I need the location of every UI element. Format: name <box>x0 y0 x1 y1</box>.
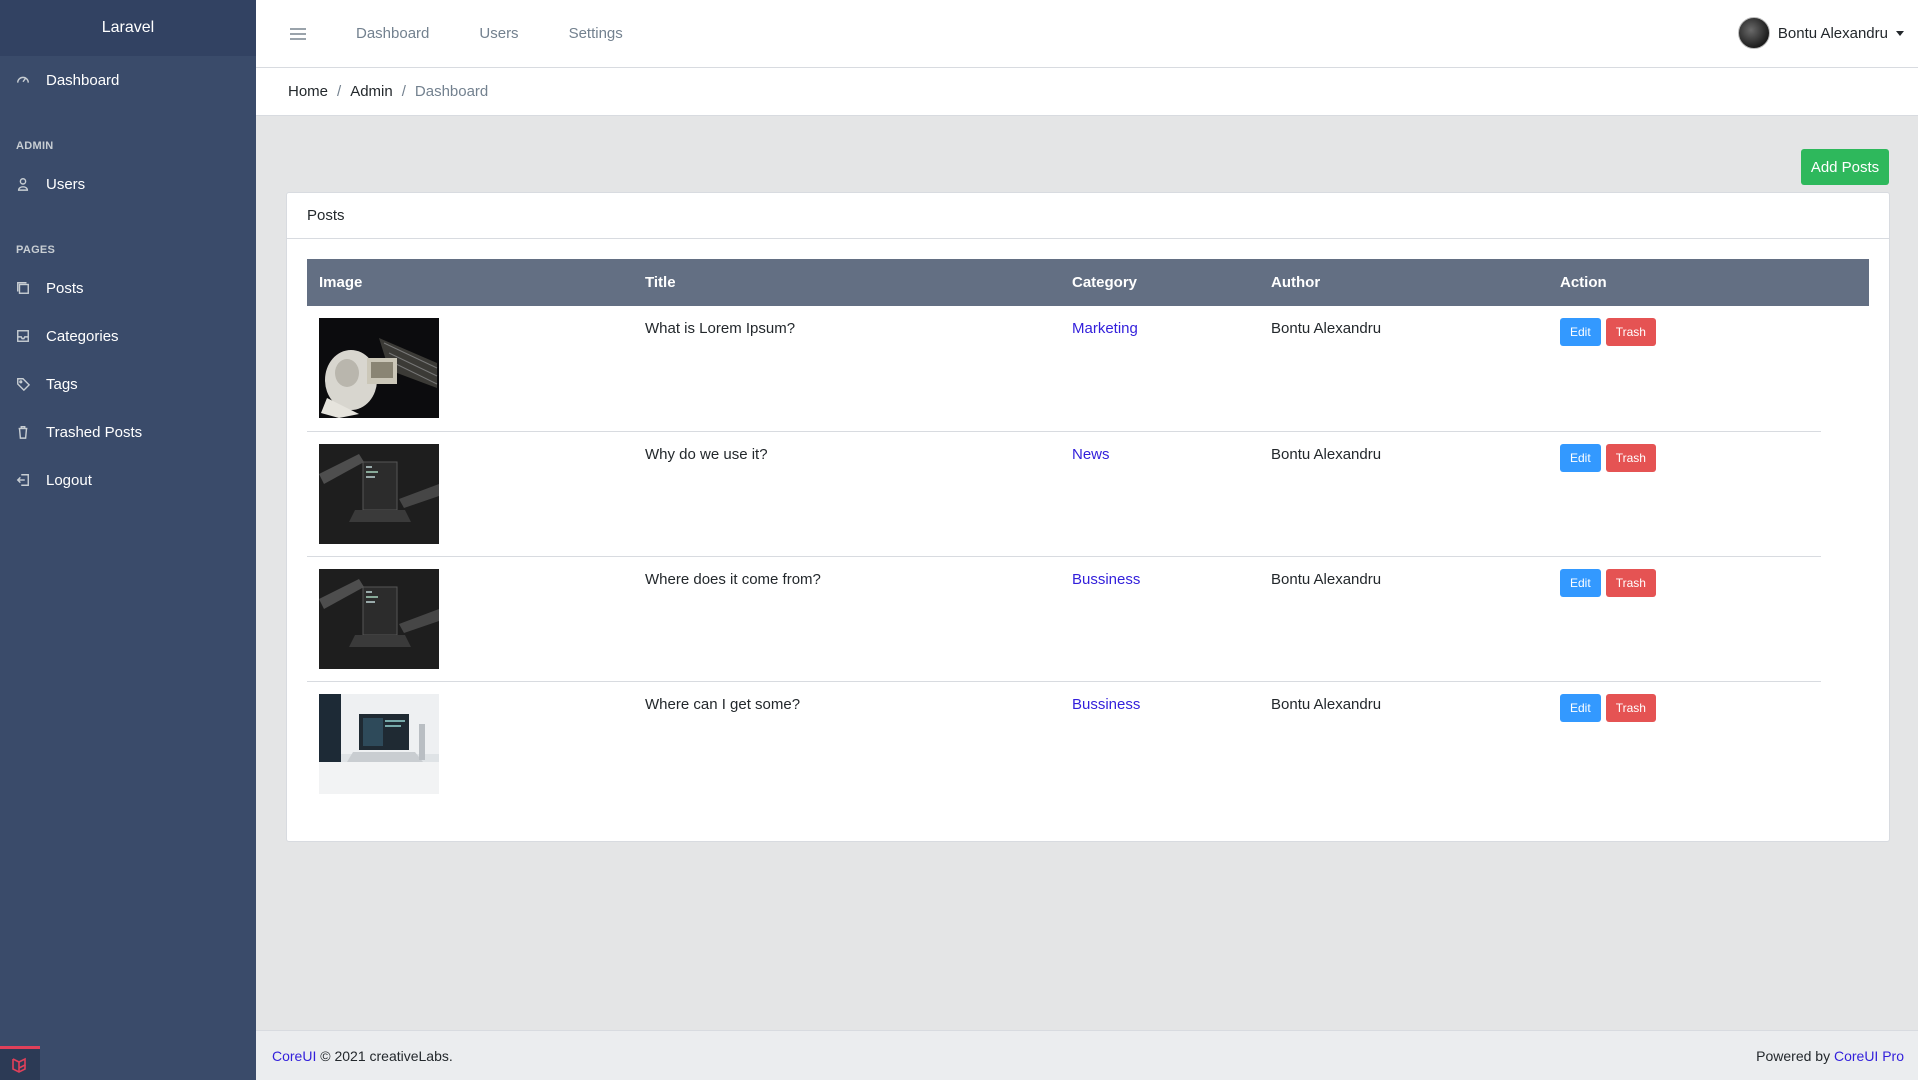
table-row: Where does it come from? Bussiness Bontu… <box>307 556 1821 681</box>
action-cell: Edit Trash <box>1548 306 1821 431</box>
category-link[interactable]: Bussiness <box>1072 696 1140 713</box>
sidebar-item-categories[interactable]: Categories <box>0 312 256 360</box>
powered-by-text: Powered by <box>1756 1047 1831 1064</box>
sidebar-item-label: Logout <box>46 471 92 489</box>
copyright-text: © 2021 creativeLabs. <box>320 1047 453 1064</box>
sidebar-item-label: Users <box>46 175 86 193</box>
trash-button[interactable]: Trash <box>1605 569 1656 597</box>
avatar[interactable] <box>1737 17 1770 49</box>
posts-table: Image Title Category Author Action What … <box>307 259 1869 806</box>
astronaut-satellite-image <box>319 318 439 418</box>
laravel-icon <box>12 1057 26 1073</box>
speedometer-icon <box>16 73 30 87</box>
column-header-category: Category <box>1072 274 1138 291</box>
laravel-logo <box>0 1046 40 1080</box>
sidebar-item-label: Trashed Posts <box>46 423 143 441</box>
image-cell <box>307 557 633 681</box>
coreui-link[interactable]: CoreUI <box>272 1048 316 1064</box>
desk-laptop-image <box>319 694 439 794</box>
header-nav: Dashboard Users Settings <box>340 25 648 42</box>
sidebar-item-logout[interactable]: Logout <box>0 456 256 504</box>
post-author: Bontu Alexandru <box>1271 696 1382 713</box>
dark-laptop-image <box>319 444 439 544</box>
logout-icon <box>16 473 30 487</box>
nav-section-pages: PAGES <box>16 244 56 256</box>
table-body: What is Lorem Ipsum? Marketing Bontu Ale… <box>307 306 1869 806</box>
breadcrumb-home[interactable]: Home <box>288 83 328 100</box>
image-cell <box>307 432 633 556</box>
breadcrumb: Home / Admin / Dashboard <box>256 68 1918 116</box>
nav-section-admin: ADMIN <box>16 140 54 152</box>
sidebar-item-label: Tags <box>46 375 78 393</box>
column-header-author: Author <box>1271 274 1321 291</box>
inbox-icon <box>16 329 30 343</box>
sidebar-item-users[interactable]: Users <box>0 160 256 208</box>
footer: CoreUI © 2021 creativeLabs. Powered by C… <box>256 1030 1918 1080</box>
user-menu[interactable]: Bontu Alexandru <box>1737 17 1904 49</box>
user-icon <box>16 177 30 191</box>
action-cell: Edit Trash <box>1548 682 1821 806</box>
breadcrumb-separator: / <box>337 83 342 100</box>
edit-button[interactable]: Edit <box>1560 444 1601 472</box>
caret-down-icon <box>1896 30 1904 36</box>
coreui-pro-link[interactable]: CoreUI Pro <box>1834 1048 1904 1064</box>
breadcrumb-separator: / <box>401 83 406 100</box>
trash-button[interactable]: Trash <box>1605 444 1656 472</box>
table-row: What is Lorem Ipsum? Marketing Bontu Ale… <box>307 306 1821 431</box>
posts-card: Posts Image Title Category Author Action <box>286 192 1890 842</box>
category-link[interactable]: Bussiness <box>1072 571 1140 588</box>
image-cell <box>307 682 633 806</box>
sidebar: Laravel Dashboard ADMIN Users PAGES Post… <box>0 0 256 1080</box>
breadcrumb-dashboard: Dashboard <box>414 83 489 100</box>
header-link-settings[interactable]: Settings <box>544 25 648 42</box>
category-link[interactable]: Marketing <box>1072 320 1138 337</box>
edit-button[interactable]: Edit <box>1560 318 1601 346</box>
column-header-title: Title <box>645 274 676 291</box>
user-name: Bontu Alexandru <box>1777 24 1888 42</box>
sidebar-toggler-icon[interactable] <box>290 25 306 43</box>
card-title: Posts <box>287 193 1889 239</box>
sidebar-item-trashed-posts[interactable]: Trashed Posts <box>0 408 256 456</box>
edit-button[interactable]: Edit <box>1560 569 1601 597</box>
sidebar-item-tags[interactable]: Tags <box>0 360 256 408</box>
sidebar-brand[interactable]: Laravel <box>0 0 256 56</box>
footer-right: Powered by CoreUI Pro <box>1756 1048 1904 1064</box>
action-cell: Edit Trash <box>1548 557 1821 681</box>
copy-icon <box>16 281 30 295</box>
edit-button[interactable]: Edit <box>1560 694 1601 722</box>
category-link[interactable]: News <box>1072 446 1110 463</box>
post-title: Where can I get some? <box>645 696 801 713</box>
header-link-users[interactable]: Users <box>454 25 543 42</box>
sidebar-item-label: Categories <box>46 327 119 345</box>
sidebar-item-posts[interactable]: Posts <box>0 264 256 312</box>
breadcrumb-admin[interactable]: Admin <box>350 83 393 100</box>
add-posts-button[interactable]: Add Posts <box>1801 149 1889 185</box>
trash-button[interactable]: Trash <box>1605 318 1656 346</box>
footer-left: CoreUI © 2021 creativeLabs. <box>272 1048 453 1064</box>
action-cell: Edit Trash <box>1548 432 1821 556</box>
sidebar-item-label: Posts <box>46 279 84 297</box>
dark-laptop-image <box>319 569 439 669</box>
trash-icon <box>16 425 30 439</box>
sidebar-item-label: Dashboard <box>46 71 120 89</box>
post-author: Bontu Alexandru <box>1271 320 1382 337</box>
post-title: Where does it come from? <box>645 571 821 588</box>
column-header-image: Image <box>319 274 363 291</box>
column-header-action: Action <box>1560 274 1607 291</box>
post-author: Bontu Alexandru <box>1271 446 1382 463</box>
header-link-dashboard[interactable]: Dashboard <box>340 25 454 42</box>
post-title: Why do we use it? <box>645 446 768 463</box>
tag-icon <box>16 377 30 391</box>
trash-button[interactable]: Trash <box>1605 694 1656 722</box>
table-header: Image Title Category Author Action <box>307 259 1869 306</box>
post-title: What is Lorem Ipsum? <box>645 320 796 337</box>
image-cell <box>307 306 633 431</box>
table-row: Where can I get some? Bussiness Bontu Al… <box>307 681 1821 806</box>
table-row: Why do we use it? News Bontu Alexandru E… <box>307 431 1821 556</box>
top-header: Dashboard Users Settings Bontu Alexandru <box>256 0 1918 68</box>
post-author: Bontu Alexandru <box>1271 571 1382 588</box>
sidebar-item-dashboard[interactable]: Dashboard <box>0 56 256 104</box>
